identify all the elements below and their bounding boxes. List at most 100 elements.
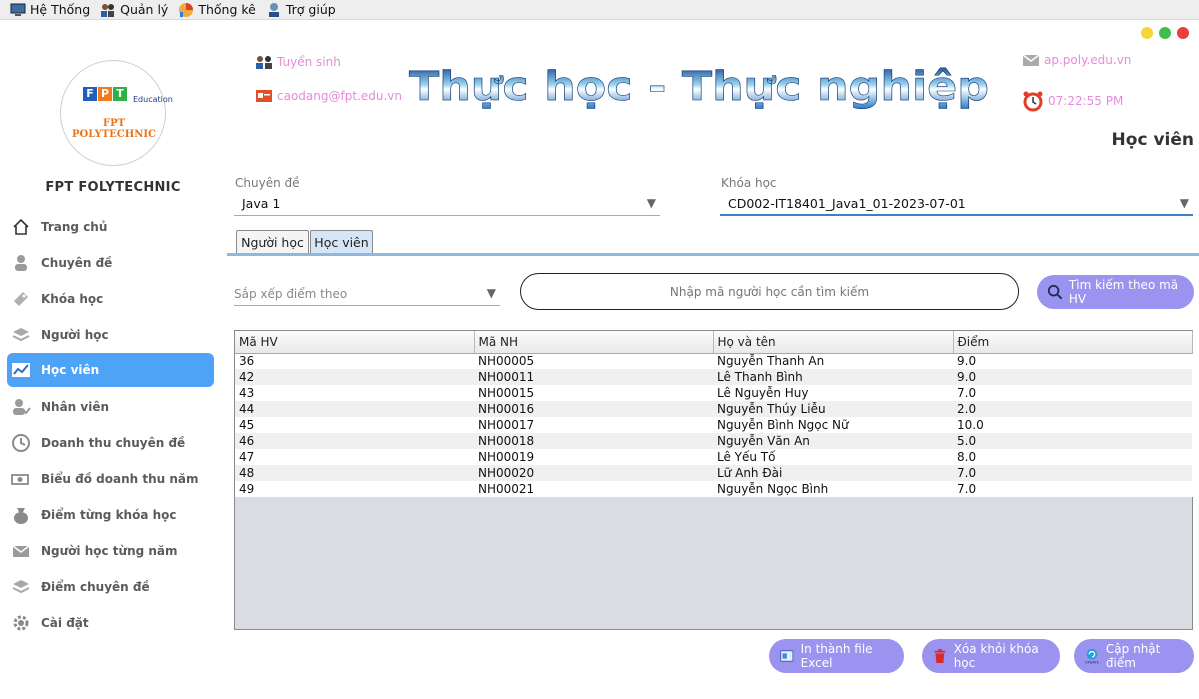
clock-icon [12, 434, 30, 452]
sidebar-item-label: Cài đặt [41, 616, 89, 630]
money-icon [11, 474, 29, 485]
sidebar-item-label: Biểu đồ doanh thu năm [41, 472, 199, 486]
sidebar-item-nguoi-hoc[interactable]: Người học [7, 318, 214, 352]
banner-text: Thực học - Thực nghiệp [409, 64, 989, 110]
sidebar-item-trang-chu[interactable]: Trang chủ [7, 210, 214, 244]
people-icon [101, 3, 115, 17]
column-header-ho-ten[interactable]: Họ và tên [713, 331, 954, 354]
sidebar-item-label: Học viên [41, 363, 100, 377]
logo-school-text: FPT POLYTECHNIC [71, 118, 156, 140]
people-icon [256, 56, 272, 69]
export-excel-button[interactable]: In thành file Excel [769, 639, 904, 673]
update-score-button[interactable]: UPDATE Cập nhật điểm [1074, 639, 1194, 673]
khoa-hoc-label: Khóa học [721, 176, 777, 190]
table-row[interactable]: 42 NH00011 Lê Thanh Bình 9.0 [235, 369, 1192, 385]
menu-quan-ly[interactable]: Quản lý [100, 2, 168, 18]
search-button[interactable]: Tìm kiếm theo mã HV [1037, 275, 1194, 309]
support-icon [268, 2, 279, 17]
table-header-row: Mã HV Mã NH Họ và tên Điểm [235, 331, 1193, 354]
column-header-diem[interactable]: Điểm [953, 331, 1193, 354]
update-icon: UPDATE [1085, 648, 1099, 665]
sidebar-item-diem-chuyen-de[interactable]: Điểm chuyên đề [7, 570, 214, 604]
column-header-ma-hv[interactable]: Mã HV [235, 331, 475, 354]
mail-icon [12, 545, 30, 557]
column-header-ma-nh[interactable]: Mã NH [474, 331, 714, 354]
home-icon [13, 218, 29, 235]
sidebar-item-cai-dat[interactable]: Cài đặt [7, 606, 214, 640]
sidebar-item-label: Nhân viên [41, 400, 110, 414]
chuyen-de-label: Chuyên đề [235, 176, 300, 190]
table-row[interactable]: 44 NH00016 Nguyễn Thúy Liễu 2.0 [235, 401, 1192, 417]
sidebar-item-chuyen-de[interactable]: Chuyên đề [7, 246, 214, 280]
cell-ma-hv: 49 [239, 482, 255, 496]
contact-card-icon [256, 90, 272, 102]
cell-diem: 7.0 [957, 386, 977, 400]
logo-letter-f: F [83, 87, 97, 101]
email-link[interactable]: caodang@fpt.edu.vn [255, 88, 402, 104]
cell-ma-nh: NH00011 [474, 369, 713, 385]
khoa-hoc-select[interactable]: CD002-IT18401_Java1_01-2023-07-01 ▼ [720, 192, 1193, 216]
cell-diem: 9.0 [957, 354, 977, 369]
table-row[interactable]: 49 NH00021 Nguyễn Ngọc Bình 7.0 [235, 481, 1192, 497]
menu-thong-ke[interactable]: Thống kê [178, 2, 256, 18]
cell-ma-nh: NH00015 [478, 386, 535, 400]
cell-ma-hv: 45 [239, 418, 255, 432]
table-row[interactable]: 36 NH00005 Nguyễn Thanh An 9.0 [235, 353, 1192, 369]
cell-diem: 5.0 [953, 433, 1192, 449]
sidebar-item-bieu-do-doanh-thu-nam[interactable]: Biểu đồ doanh thu năm [7, 462, 214, 496]
menu-tro-giup[interactable]: Trợ giúp [266, 2, 336, 18]
cell-ma-nh: NH00020 [474, 465, 713, 481]
search-input[interactable] [520, 273, 1019, 310]
sidebar-item-label: Chuyên đề [41, 256, 113, 270]
cell-ma-hv: 47 [239, 450, 255, 464]
table-row[interactable]: 45 NH00017 Nguyễn Bình Ngọc Nữ 10.0 [235, 417, 1192, 433]
cell-diem: 9.0 [953, 369, 1192, 385]
tuyen-sinh-label: Tuyển sinh [277, 55, 341, 69]
tab-nguoi-hoc[interactable]: Người học [236, 230, 309, 254]
table-row[interactable]: 43 NH00015 Lê Nguyễn Huy 7.0 [235, 385, 1192, 401]
sidebar-item-hoc-vien[interactable]: Học viên [7, 353, 214, 387]
email-label: caodang@fpt.edu.vn [277, 89, 402, 103]
maximize-button[interactable] [1159, 27, 1171, 39]
table-row[interactable]: 46 NH00018 Nguyễn Văn An 5.0 [235, 433, 1192, 449]
logo-letter-p: P [98, 87, 112, 101]
cell-ma-nh: NH00018 [474, 433, 713, 449]
remove-from-course-button[interactable]: Xóa khỏi khóa học [922, 639, 1060, 673]
table-row[interactable]: 47 NH00019 Lê Yếu Tố 8.0 [235, 449, 1192, 465]
close-button[interactable] [1177, 27, 1189, 39]
update-score-label: Cập nhật điểm [1105, 642, 1161, 670]
menu-thong-ke-label: Thống kê [198, 2, 256, 17]
cell-ma-hv: 46 [235, 433, 474, 449]
cell-ho-ten: Nguyễn Thúy Liễu [713, 401, 953, 417]
alarm-clock-icon [1023, 91, 1043, 112]
website-label: ap.poly.edu.vn [1044, 53, 1132, 67]
sort-select[interactable]: Sắp xếp điểm theo ▼ [234, 282, 500, 306]
menu-he-thong[interactable]: Hệ Thống [10, 2, 90, 18]
sidebar-item-diem-tung-khoa-hoc[interactable]: Điểm từng khóa học [7, 498, 214, 532]
cell-ho-ten: Nguyễn Văn An [713, 433, 953, 449]
cell-ho-ten: Lê Thanh Bình [713, 369, 953, 385]
tuyen-sinh-link[interactable]: Tuyển sinh [255, 54, 341, 70]
learner-icon [12, 328, 30, 342]
remove-from-course-label: Xóa khỏi khóa học [953, 642, 1039, 670]
tab-underline [227, 253, 1199, 256]
student-chart-icon [12, 363, 30, 377]
sidebar-item-label: Trang chủ [41, 220, 108, 234]
bag-icon [14, 508, 28, 524]
chuyen-de-select[interactable]: Java 1 ▼ [234, 192, 660, 216]
sidebar-item-doanh-thu-chuyen-de[interactable]: Doanh thu chuyên đề [7, 426, 214, 460]
menu-tro-giup-label: Trợ giúp [285, 2, 336, 17]
table-row[interactable]: 48 NH00020 Lữ Anh Đài 7.0 [235, 465, 1192, 481]
minimize-button[interactable] [1141, 27, 1153, 39]
tab-hoc-vien[interactable]: Học viên [310, 230, 373, 254]
brand-name: FPT FOLYTECHNIC [45, 180, 181, 195]
cell-ma-hv: 44 [235, 401, 474, 417]
cell-ma-nh: NH00017 [478, 418, 535, 432]
student-table: Mã HV Mã NH Họ và tên Điểm 36 NH00005 Nguy… [234, 330, 1193, 630]
website-link[interactable]: ap.poly.edu.vn [1022, 52, 1131, 68]
sidebar-item-nguoi-hoc-tung-nam[interactable]: Người học từng năm [7, 534, 214, 568]
cell-ma-nh: NH00021 [478, 482, 535, 496]
cell-ho-ten: Nguyễn Thanh An [717, 354, 825, 369]
sidebar-item-nhan-vien[interactable]: Nhân viên [7, 390, 214, 424]
sidebar-item-khoa-hoc[interactable]: Khóa học [7, 282, 214, 316]
